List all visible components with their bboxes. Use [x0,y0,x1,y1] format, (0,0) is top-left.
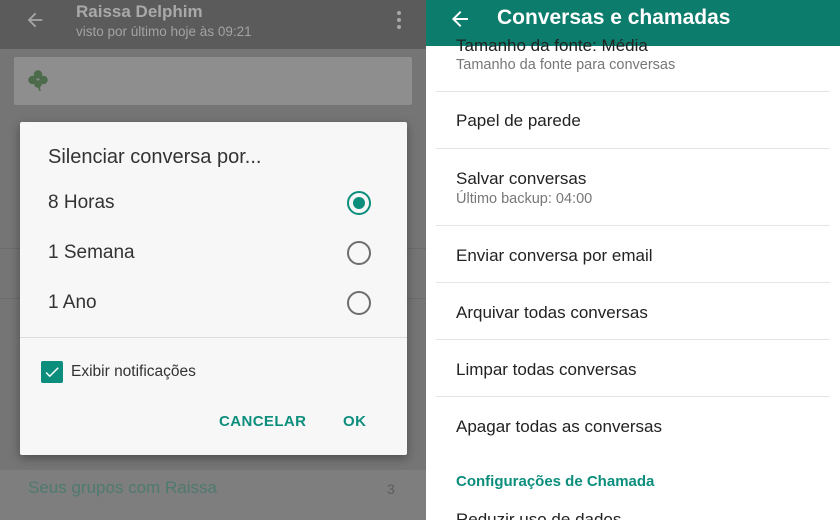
mute-option-1-week[interactable]: 1 Semana [20,230,407,276]
show-notifications-label[interactable]: Exibir notificações [71,363,196,381]
settings-item-delete-all[interactable]: Apagar todas as conversas [436,397,830,454]
checkmark-icon [45,367,59,378]
radio-unselected[interactable] [347,241,371,265]
mute-option-8-hours[interactable]: 8 Horas [20,180,407,226]
settings-item-save-chats[interactable]: Salvar conversas Último backup: 04:00 [436,149,830,226]
last-seen-status: visto por último hoje às 09:21 [76,24,252,39]
radio-unselected[interactable] [347,291,371,315]
chat-app-bar: Raissa Delphim visto por último hoje às … [0,0,426,49]
call-settings-section-header: Configurações de Chamada [456,473,655,490]
settings-item-wallpaper[interactable]: Papel de parede [436,92,830,149]
back-arrow-icon[interactable] [24,9,46,31]
dialog-divider [20,337,407,338]
settings-pane: Conversas e chamadas Tamanho da fonte: M… [426,0,840,520]
ok-button[interactable]: OK [343,413,366,430]
dialog-title: Silenciar conversa por... [48,146,262,168]
groups-in-common-label[interactable]: Seus grupos com Raissa [28,478,217,498]
settings-item-clear-all[interactable]: Limpar todas conversas [436,340,830,397]
item-title: Tamanho da fonte: Média [456,36,648,55]
mute-option-1-year[interactable]: 1 Ano [20,280,407,326]
option-label: 8 Horas [48,192,115,213]
item-title: Salvar conversas [456,169,587,188]
contact-name: Raissa Delphim [76,2,203,21]
settings-item-reduce-data[interactable]: Reduzir uso de dados [456,510,621,520]
item-title: Enviar conversa por email [456,246,653,265]
item-title: Limpar todas conversas [456,360,637,379]
groups-count: 3 [387,481,395,497]
settings-item-font-size[interactable]: Tamanho da fonte: Média Tamanho da fonte… [436,23,830,92]
chat-pane: Raissa Delphim visto por último hoje às … [0,0,426,520]
show-notifications-checkbox[interactable] [41,361,63,383]
overflow-menu-icon[interactable] [393,11,405,31]
item-title: Apagar todas as conversas [456,417,663,436]
item-subtitle: Último backup: 04:00 [456,191,593,207]
mute-dialog: Silenciar conversa por... 8 Horas 1 Sema… [20,122,407,455]
cancel-button[interactable]: CANCELAR [219,413,306,430]
item-title: Arquivar todas conversas [456,303,648,322]
option-label: 1 Semana [48,242,135,263]
radio-selected[interactable] [347,191,371,215]
option-label: 1 Ano [48,292,97,313]
settings-item-archive-all[interactable]: Arquivar todas conversas [436,283,830,340]
clover-emoji-icon [28,70,48,92]
settings-item-email-chat[interactable]: Enviar conversa por email [436,226,830,283]
status-card [14,57,412,105]
item-title: Papel de parede [456,111,581,130]
item-subtitle: Tamanho da fonte para conversas [456,57,676,73]
